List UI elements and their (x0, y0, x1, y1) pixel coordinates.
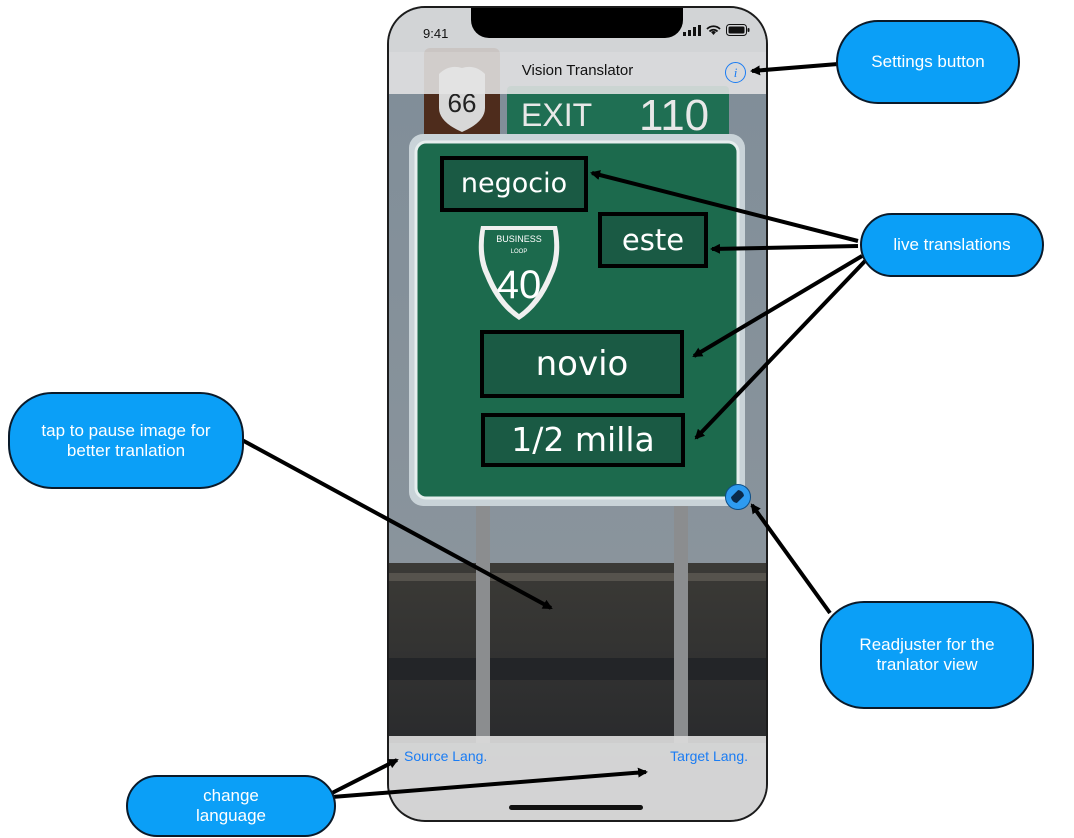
callout-readjuster: Readjuster for the tranlator view (820, 601, 1034, 709)
callout-settings: Settings button (836, 20, 1020, 104)
callout-change-language: change language (126, 775, 336, 837)
callout-pause: tap to pause image for better tranlation (8, 392, 244, 489)
callout-live-translations: live translations (860, 213, 1044, 277)
